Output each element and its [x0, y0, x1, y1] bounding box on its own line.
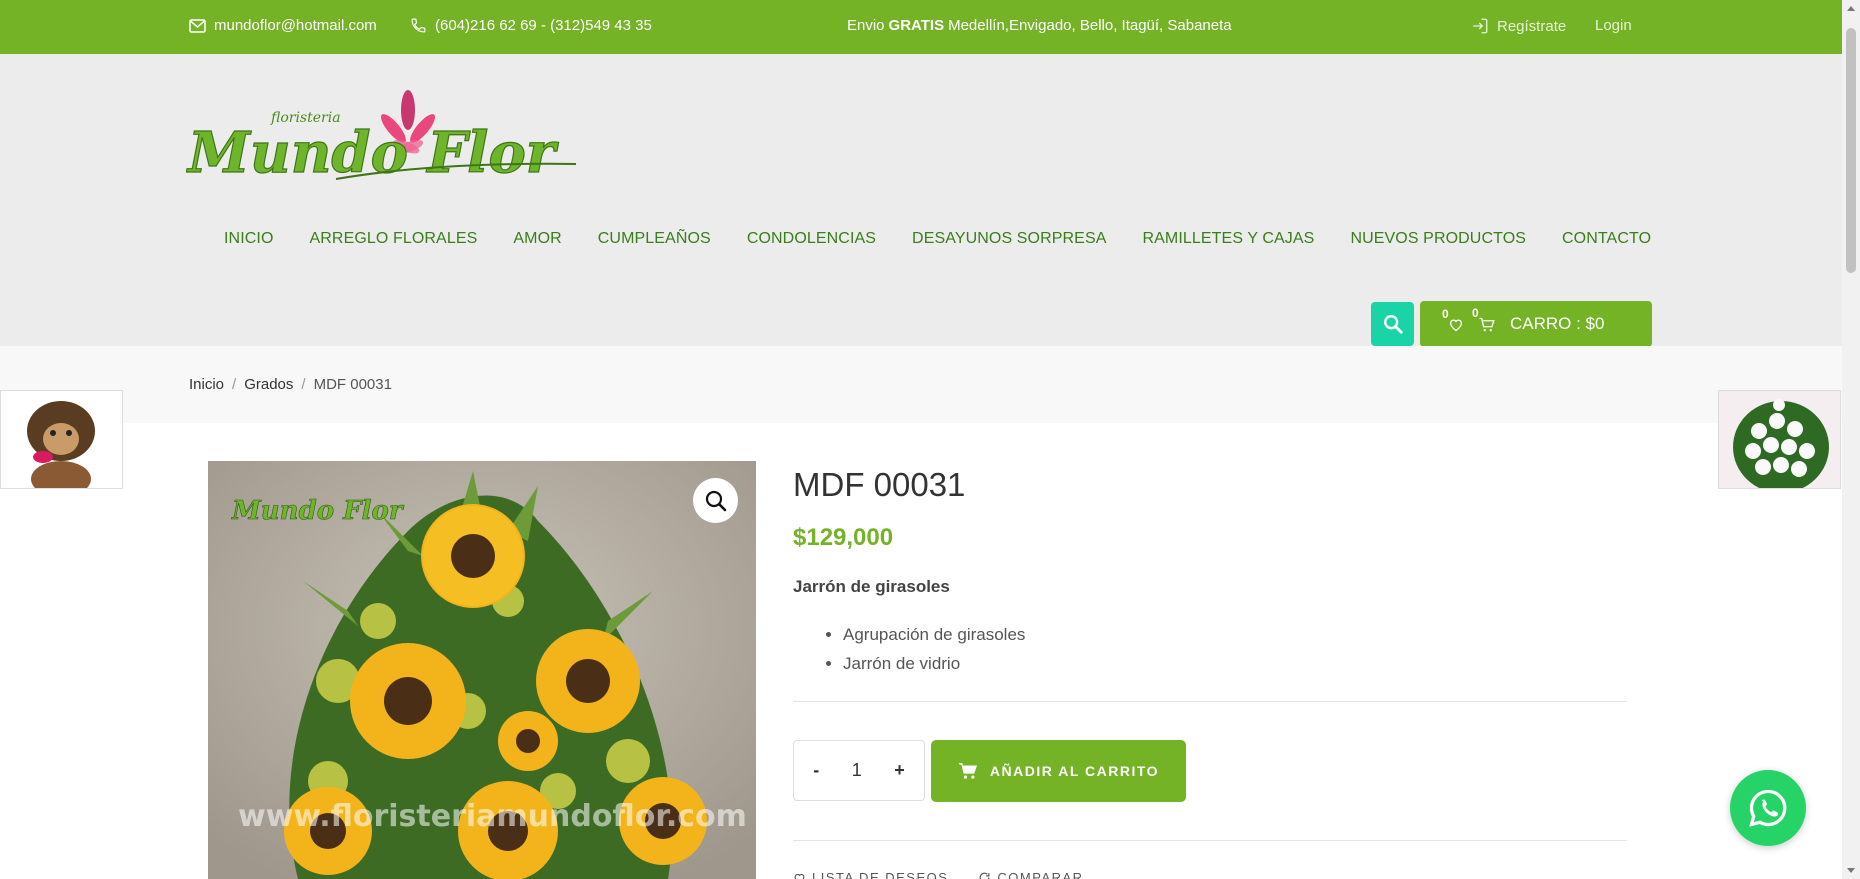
refresh-icon [980, 872, 990, 879]
nav-item-amor[interactable]: AMOR [495, 230, 579, 248]
cart-counter: 0 [1472, 306, 1496, 333]
quantity-decrease-button[interactable]: - [807, 760, 825, 781]
whatsapp-icon [1749, 789, 1787, 827]
login-label: Login [1595, 17, 1632, 34]
image-watermark-logo: Mundo Flor [231, 496, 405, 526]
shipping-cities: Medellín,Envigado, Bello, Itagüí, Sabane… [948, 17, 1232, 34]
breadcrumb-separator: / [232, 376, 237, 393]
search-button[interactable] [1371, 302, 1414, 346]
product-feature: Jarrón de vidrio [843, 649, 1025, 678]
divider [793, 701, 1627, 702]
compare-link[interactable]: COMPARAR [978, 870, 1083, 879]
scroll-down-arrow[interactable] [1847, 868, 1855, 873]
nav-item-arreglo-florales[interactable]: ARREGLO FLORALES [292, 230, 496, 248]
add-to-cart-label: AÑADIR AL CARRITO [989, 763, 1160, 779]
image-watermark-url: www.floristeriamundoflor.com [238, 799, 747, 834]
nav-item-cumpleanos[interactable]: CUMPLEAÑOS [580, 230, 729, 248]
magnifier-icon [705, 490, 726, 511]
top-bar: mundoflor@hotmail.com (604)216 62 69 - (… [0, 0, 1842, 54]
email-link[interactable]: mundoflor@hotmail.com [189, 17, 377, 34]
main-nav: INICIO ARREGLO FLORALES AMOR CUMPLEAÑOS … [206, 230, 1669, 248]
product-feature: Agrupación de girasoles [843, 620, 1025, 649]
plush-toy-image [1, 391, 122, 488]
product-actions: LISTA DE DESEOS COMPARAR [793, 870, 1084, 879]
quantity-increase-button[interactable]: + [888, 760, 911, 781]
shipping-prefix: Envio [847, 17, 885, 34]
breadcrumb: Inicio / Grados / MDF 00031 [189, 376, 392, 393]
register-label: Regístrate [1497, 17, 1567, 35]
zoom-button[interactable] [693, 478, 738, 523]
phone-link[interactable]: (604)216 62 69 - (312)549 43 35 [410, 17, 652, 34]
shipping-bold: GRATIS [888, 17, 945, 34]
email-text: mundoflor@hotmail.com [214, 17, 377, 34]
cart-button[interactable]: 0 0 CARRO : $0 [1420, 301, 1652, 347]
nav-item-nuevos-productos[interactable]: NUEVOS PRODUCTOS [1332, 230, 1544, 248]
previous-product-thumbnail[interactable] [0, 390, 123, 489]
scrollbar-thumb[interactable] [1846, 28, 1856, 273]
heart-icon [1449, 319, 1463, 331]
logo-graphic: floristeria Mundo Flor [185, 90, 577, 187]
quantity-stepper: - 1 + [793, 740, 925, 801]
quantity-input[interactable]: 1 [852, 760, 862, 781]
product-title: MDF 00031 [793, 466, 966, 503]
cart-total-label: CARRO : $0 [1510, 314, 1605, 333]
scroll-up-arrow[interactable] [1847, 6, 1855, 11]
compare-label: COMPARAR [997, 870, 1084, 879]
wishlist-link[interactable]: LISTA DE DESEOS [793, 870, 948, 879]
phone-icon [411, 18, 426, 33]
sunflower-arrangement-image: Mundo Flor www.floristeriamundoflor.com [208, 461, 756, 879]
add-to-cart-button[interactable]: AÑADIR AL CARRITO [931, 740, 1186, 802]
nav-item-ramilletes-y-cajas[interactable]: RAMILLETES Y CAJAS [1125, 230, 1333, 248]
divider [793, 840, 1627, 841]
sign-in-icon [1473, 18, 1488, 34]
nav-item-contacto[interactable]: CONTACTO [1544, 230, 1669, 248]
whatsapp-button[interactable] [1730, 770, 1806, 846]
nav-item-desayunos-sorpresa[interactable]: DESAYUNOS SORPRESA [894, 230, 1124, 248]
wishlist-label: LISTA DE DESEOS [812, 870, 949, 879]
wishlist-counter[interactable]: 0 [1442, 307, 1464, 332]
product-main-image[interactable]: Mundo Flor www.floristeriamundoflor.com [208, 461, 756, 879]
product-price: $129,000 [793, 524, 894, 551]
search-icon [1383, 315, 1403, 334]
next-product-thumbnail[interactable] [1718, 390, 1841, 489]
cart-icon [1479, 317, 1495, 331]
nav-item-condolencias[interactable]: CONDOLENCIAS [729, 230, 894, 248]
breadcrumb-separator: / [301, 376, 306, 393]
site-logo[interactable]: floristeria Mundo Flor [185, 84, 577, 194]
breadcrumb-category[interactable]: Grados [244, 376, 293, 393]
white-flower-arrangement-image [1719, 391, 1840, 488]
breadcrumb-home[interactable]: Inicio [189, 376, 224, 393]
phone-text: (604)216 62 69 - (312)549 43 35 [435, 17, 652, 34]
mail-icon [189, 18, 206, 33]
wishlist-count: 0 [1442, 306, 1449, 321]
login-link[interactable]: Login [1595, 17, 1632, 34]
product-feature-list: Agrupación de girasoles Jarrón de vidrio [843, 620, 1025, 678]
page-scrollbar[interactable] [1842, 0, 1860, 879]
nav-item-inicio[interactable]: INICIO [206, 230, 292, 248]
product-short-description: Jarrón de girasoles [793, 577, 950, 596]
cart-count: 0 [1472, 305, 1479, 320]
logo-main-text: Mundo Flor [186, 120, 559, 186]
breadcrumb-bar: Inicio / Grados / MDF 00031 [0, 346, 1842, 423]
breadcrumb-current: MDF 00031 [313, 376, 392, 393]
cart-icon [958, 763, 977, 779]
heart-icon [794, 873, 805, 879]
free-shipping-notice: Envio GRATIS Medellín,Envigado, Bello, I… [847, 17, 1232, 34]
register-link[interactable]: Regístrate [1471, 17, 1566, 35]
